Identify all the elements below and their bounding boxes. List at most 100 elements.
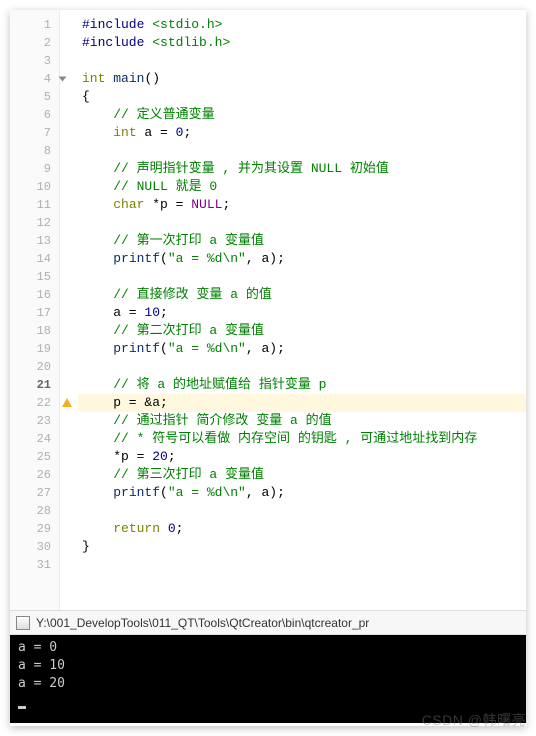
line-number-gutter[interactable]: 1234567891011121314151617181920212223242… — [10, 10, 60, 610]
marker-slot — [60, 520, 78, 538]
line-number[interactable]: 26 — [10, 466, 59, 484]
line-number[interactable]: 2 — [10, 34, 59, 52]
line-number[interactable]: 18 — [10, 322, 59, 340]
code-line[interactable]: *p = 20; — [78, 448, 526, 466]
line-number[interactable]: 9 — [10, 160, 59, 178]
line-number[interactable]: 12 — [10, 214, 59, 232]
line-number[interactable]: 16 — [10, 286, 59, 304]
marker-slot — [60, 448, 78, 466]
marker-column — [60, 10, 78, 610]
console-line: a = 10 — [18, 657, 518, 675]
line-number[interactable]: 7 — [10, 124, 59, 142]
marker-slot — [60, 556, 78, 574]
line-number[interactable]: 5 — [10, 88, 59, 106]
code-line[interactable]: a = 10; — [78, 304, 526, 322]
line-number[interactable]: 31 — [10, 556, 59, 574]
marker-slot — [60, 268, 78, 286]
marker-slot — [60, 70, 78, 88]
marker-slot — [60, 304, 78, 322]
line-number[interactable]: 6 — [10, 106, 59, 124]
code-line[interactable]: // NULL 就是 0 — [78, 178, 526, 196]
code-line[interactable]: return 0; — [78, 520, 526, 538]
line-number[interactable]: 17 — [10, 304, 59, 322]
code-line[interactable]: #include <stdio.h> — [78, 16, 526, 34]
line-number[interactable]: 28 — [10, 502, 59, 520]
marker-slot — [60, 376, 78, 394]
code-line[interactable] — [78, 502, 526, 520]
marker-slot — [60, 178, 78, 196]
line-number[interactable]: 25 — [10, 448, 59, 466]
cursor — [18, 706, 26, 709]
marker-slot — [60, 358, 78, 376]
code-line[interactable]: // 定义普通变量 — [78, 106, 526, 124]
line-number[interactable]: 24 — [10, 430, 59, 448]
line-number[interactable]: 10 — [10, 178, 59, 196]
line-number[interactable]: 22 — [10, 394, 59, 412]
code-line[interactable]: // * 符号可以看做 内存空间 的钥匙 , 可通过地址找到内存 — [78, 430, 526, 448]
line-number[interactable]: 3 — [10, 52, 59, 70]
line-number[interactable]: 27 — [10, 484, 59, 502]
line-number[interactable]: 20 — [10, 358, 59, 376]
marker-slot — [60, 196, 78, 214]
console-titlebar[interactable]: Y:\001_DevelopTools\011_QT\Tools\QtCreat… — [10, 611, 526, 635]
console-output[interactable]: a = 0a = 10a = 20 — [10, 635, 526, 723]
code-line[interactable]: { — [78, 88, 526, 106]
code-line[interactable] — [78, 142, 526, 160]
code-line[interactable]: p = &a; — [78, 394, 526, 412]
marker-slot — [60, 52, 78, 70]
marker-slot — [60, 430, 78, 448]
marker-slot — [60, 106, 78, 124]
code-line[interactable]: // 直接修改 变量 a 的值 — [78, 286, 526, 304]
console-title: Y:\001_DevelopTools\011_QT\Tools\QtCreat… — [36, 616, 369, 630]
line-number[interactable]: 21 — [10, 376, 59, 394]
line-number[interactable]: 8 — [10, 142, 59, 160]
code-line[interactable]: } — [78, 538, 526, 556]
line-number[interactable]: 11 — [10, 196, 59, 214]
code-line[interactable]: char *p = NULL; — [78, 196, 526, 214]
app-icon — [16, 616, 30, 630]
code-line[interactable] — [78, 358, 526, 376]
code-line[interactable]: // 第三次打印 a 变量值 — [78, 466, 526, 484]
marker-slot — [60, 88, 78, 106]
warning-icon[interactable] — [60, 394, 78, 412]
line-number[interactable]: 15 — [10, 268, 59, 286]
code-line[interactable]: // 声明指针变量 , 并为其设置 NULL 初始值 — [78, 160, 526, 178]
code-line[interactable]: // 第一次打印 a 变量值 — [78, 232, 526, 250]
marker-slot — [60, 412, 78, 430]
code-line[interactable] — [78, 52, 526, 70]
code-line[interactable]: printf("a = %d\n", a); — [78, 250, 526, 268]
line-number[interactable]: 1 — [10, 16, 59, 34]
line-number[interactable]: 13 — [10, 232, 59, 250]
code-line[interactable] — [78, 268, 526, 286]
marker-slot — [60, 124, 78, 142]
line-number[interactable]: 29 — [10, 520, 59, 538]
marker-slot — [60, 250, 78, 268]
marker-slot — [60, 232, 78, 250]
code-editor[interactable]: 1234567891011121314151617181920212223242… — [10, 10, 526, 610]
marker-slot — [60, 538, 78, 556]
code-line[interactable]: printf("a = %d\n", a); — [78, 484, 526, 502]
code-line[interactable]: printf("a = %d\n", a); — [78, 340, 526, 358]
marker-slot — [60, 34, 78, 52]
marker-slot — [60, 322, 78, 340]
marker-slot — [60, 484, 78, 502]
code-line[interactable]: int a = 0; — [78, 124, 526, 142]
marker-slot — [60, 340, 78, 358]
line-number[interactable]: 23 — [10, 412, 59, 430]
code-line[interactable]: #include <stdlib.h> — [78, 34, 526, 52]
line-number[interactable]: 4 — [10, 70, 59, 88]
code-line[interactable]: // 将 a 的地址赋值给 指针变量 p — [78, 376, 526, 394]
line-number[interactable]: 19 — [10, 340, 59, 358]
marker-slot — [60, 286, 78, 304]
marker-slot — [60, 16, 78, 34]
code-line[interactable]: int main() — [78, 70, 526, 88]
marker-slot — [60, 502, 78, 520]
marker-slot — [60, 466, 78, 484]
line-number[interactable]: 30 — [10, 538, 59, 556]
line-number[interactable]: 14 — [10, 250, 59, 268]
code-line[interactable]: // 通过指针 简介修改 变量 a 的值 — [78, 412, 526, 430]
code-line[interactable] — [78, 556, 526, 574]
code-area[interactable]: #include <stdio.h>#include <stdlib.h> int… — [78, 10, 526, 610]
code-line[interactable] — [78, 214, 526, 232]
code-line[interactable]: // 第二次打印 a 变量值 — [78, 322, 526, 340]
